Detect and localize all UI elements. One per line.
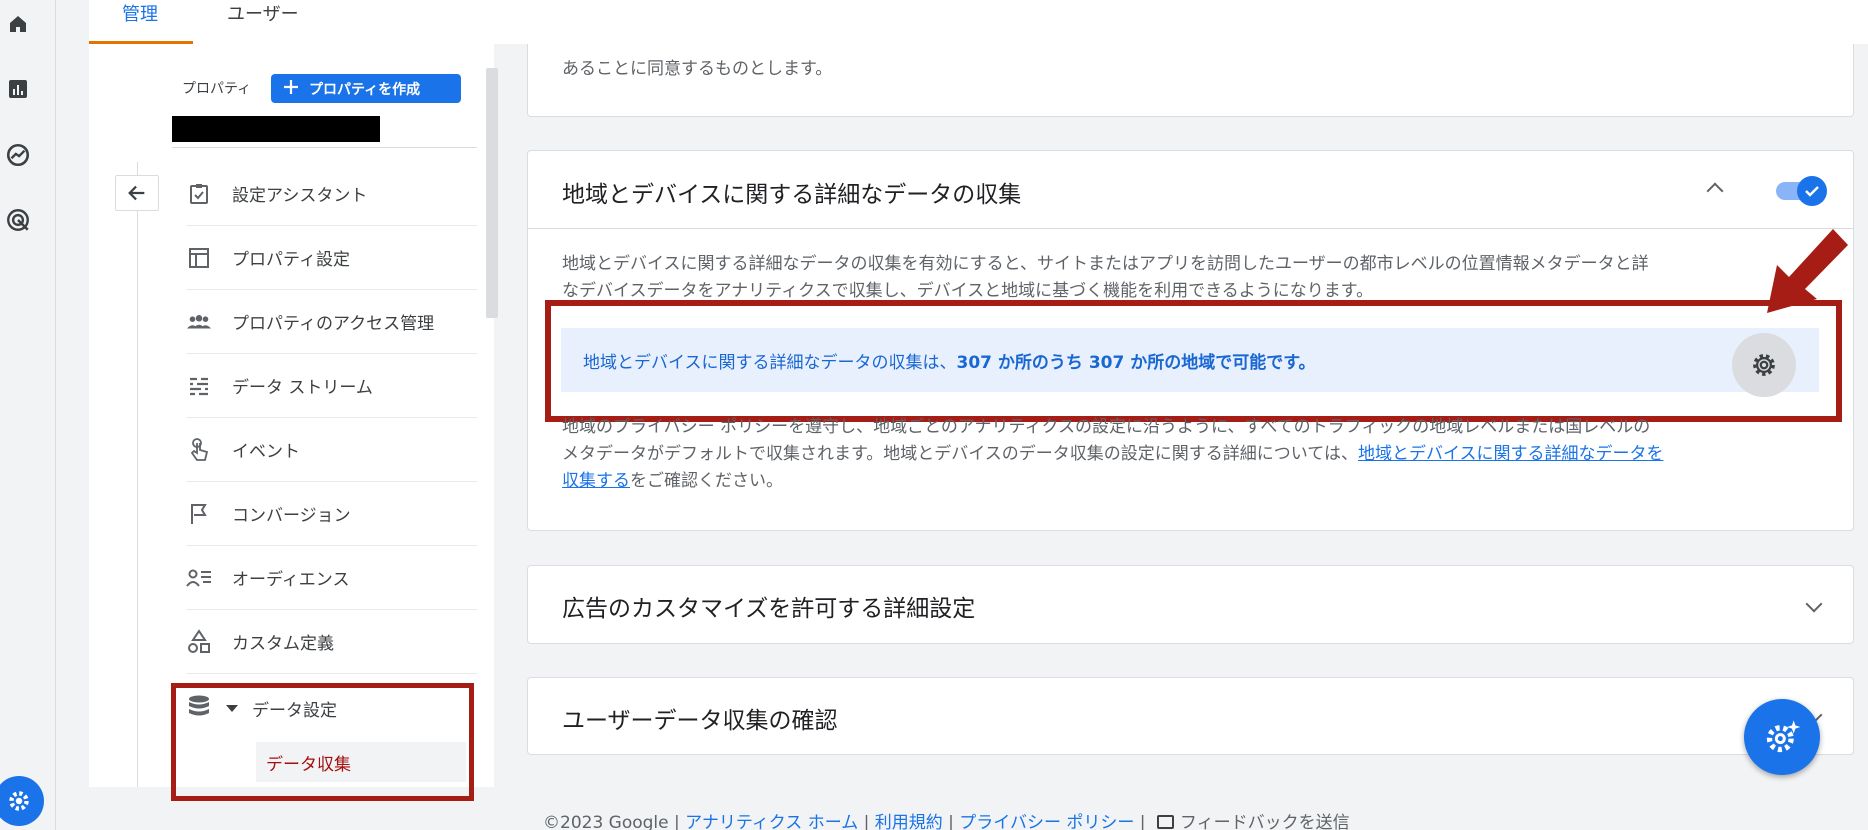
- shapes-icon: [186, 628, 212, 655]
- tab-admin-label: 管理: [122, 4, 158, 25]
- feedback-link[interactable]: フィードバックを送信: [1151, 813, 1350, 830]
- nav-item-label: イベント: [232, 442, 300, 462]
- footer-separator: |: [858, 813, 875, 830]
- nav-tree-line: [137, 162, 138, 787]
- create-property-label: プロパティを作成: [309, 81, 421, 98]
- nav-item-label: カスタム定義: [232, 634, 334, 654]
- geo-toggle[interactable]: [1797, 176, 1827, 206]
- annotation-highlight-nav: [171, 683, 474, 801]
- geo-description-line: 地域とデバイスに関する詳細なデータの収集を有効にすると、サイトまたはアプリを訪問…: [562, 254, 1649, 274]
- geo-device-card-header[interactable]: 地域とデバイスに関する詳細なデータの収集: [528, 151, 1853, 229]
- footer-separator: |: [942, 813, 960, 830]
- create-property-button[interactable]: プロパティを作成: [271, 74, 461, 103]
- footer-home-link[interactable]: アナリティクス ホーム: [685, 813, 858, 830]
- nav-item-label: オーディエンス: [232, 570, 350, 590]
- geo-policy-text: 地域のプライバシー ポリシーを遵守し、地域ごとのアナリティクスの設定に沿うように…: [562, 414, 1822, 495]
- geo-help-link-cont[interactable]: 収集する: [562, 471, 630, 491]
- layout-icon: [186, 245, 212, 271]
- plus-icon: [283, 79, 299, 99]
- back-button[interactable]: [115, 175, 159, 211]
- audience-icon: [186, 565, 212, 591]
- arrow-left-icon: [128, 185, 145, 201]
- geo-policy-suffix: をご確認ください。: [630, 471, 783, 491]
- people-icon: [186, 309, 212, 335]
- checklist-icon: [186, 181, 212, 207]
- geo-policy-line: メタデータがデフォルトで収集されます。地域とデバイスのデータ収集の設定に関する詳…: [562, 444, 1358, 464]
- nav-item-label: データ ストリーム: [232, 378, 373, 398]
- nav-item-conversions[interactable]: コンバージョン: [186, 482, 477, 546]
- tab-user[interactable]: ユーザー: [227, 0, 299, 44]
- assistant-gear-fab[interactable]: [1744, 699, 1820, 775]
- geo-description: 地域とデバイスに関する詳細なデータの収集を有効にすると、サイトまたはアプリを訪問…: [562, 251, 1822, 307]
- footer-terms-link[interactable]: 利用規約: [875, 813, 943, 830]
- geo-help-link[interactable]: 地域とデバイスに関する詳細なデータを: [1358, 444, 1664, 464]
- footer-privacy-link[interactable]: プライバシー ポリシー: [959, 813, 1134, 830]
- previous-card-text: あることに同意するものとします。: [562, 59, 833, 79]
- annotation-highlight-banner: [545, 300, 1842, 422]
- left-rail: [0, 0, 56, 830]
- property-label: プロパティ: [182, 81, 252, 97]
- footer-copyright: ©2023 Google: [543, 813, 669, 830]
- geo-policy-line: 地域のプライバシー ポリシーを遵守し、地域ごとのアナリティクスの設定に沿うように…: [562, 417, 1651, 437]
- user-data-collection-card[interactable]: ユーザーデータ収集の確認: [527, 677, 1854, 755]
- nav-divider: [172, 147, 477, 148]
- user-data-card-title: ユーザーデータ収集の確認: [562, 708, 838, 734]
- reports-icon[interactable]: [0, 71, 36, 107]
- ads-personalization-card[interactable]: 広告のカスタマイズを許可する詳細設定: [527, 565, 1854, 644]
- touch-icon: [186, 437, 212, 463]
- footer-separator: |: [668, 813, 686, 830]
- admin-gear-icon[interactable]: [0, 776, 44, 826]
- nav-item-events[interactable]: イベント: [186, 418, 477, 482]
- top-tab-bar: 管理 ユーザー: [89, 0, 1868, 44]
- geo-device-card-title: 地域とデバイスに関する詳細なデータの収集: [562, 182, 1022, 208]
- ads-card-title: 広告のカスタマイズを許可する詳細設定: [562, 596, 976, 622]
- feedback-label: フィードバックを送信: [1179, 813, 1350, 830]
- nav-item-custom-definitions[interactable]: カスタム定義: [186, 610, 477, 674]
- nav-item-access-management[interactable]: プロパティのアクセス管理: [186, 290, 477, 354]
- feedback-icon: [1156, 815, 1174, 829]
- nav-item-label: プロパティのアクセス管理: [232, 314, 435, 334]
- footer-separator: |: [1134, 813, 1151, 830]
- streams-icon: [186, 373, 212, 399]
- advertising-icon[interactable]: [0, 202, 36, 238]
- previous-card: あることに同意するものとします。: [527, 44, 1854, 117]
- gear-sparkle-icon: [1766, 720, 1801, 753]
- nav-item-property-settings[interactable]: プロパティ設定: [186, 226, 477, 290]
- nav-item-label: コンバージョン: [232, 506, 351, 526]
- footer: ©2023 Google | アナリティクス ホーム | 利用規約 | プライバ…: [543, 808, 1350, 830]
- annotation-arrow: [1767, 229, 1848, 313]
- home-icon[interactable]: [0, 6, 36, 42]
- flag-icon: [186, 501, 212, 527]
- redacted-property-name: [172, 116, 380, 142]
- check-icon: [1805, 186, 1819, 197]
- tab-admin[interactable]: 管理: [122, 0, 158, 44]
- nav-item-data-streams[interactable]: データ ストリーム: [186, 354, 477, 418]
- nav-item-label: プロパティ設定: [232, 250, 350, 270]
- tab-user-label: ユーザー: [227, 4, 299, 25]
- nav-scrollbar[interactable]: [486, 68, 498, 318]
- nav-item-audiences[interactable]: オーディエンス: [186, 546, 477, 610]
- explore-icon[interactable]: [0, 137, 36, 173]
- nav-item-label: 設定アシスタント: [232, 186, 368, 206]
- nav-item-setup-assistant[interactable]: 設定アシスタント: [186, 162, 477, 226]
